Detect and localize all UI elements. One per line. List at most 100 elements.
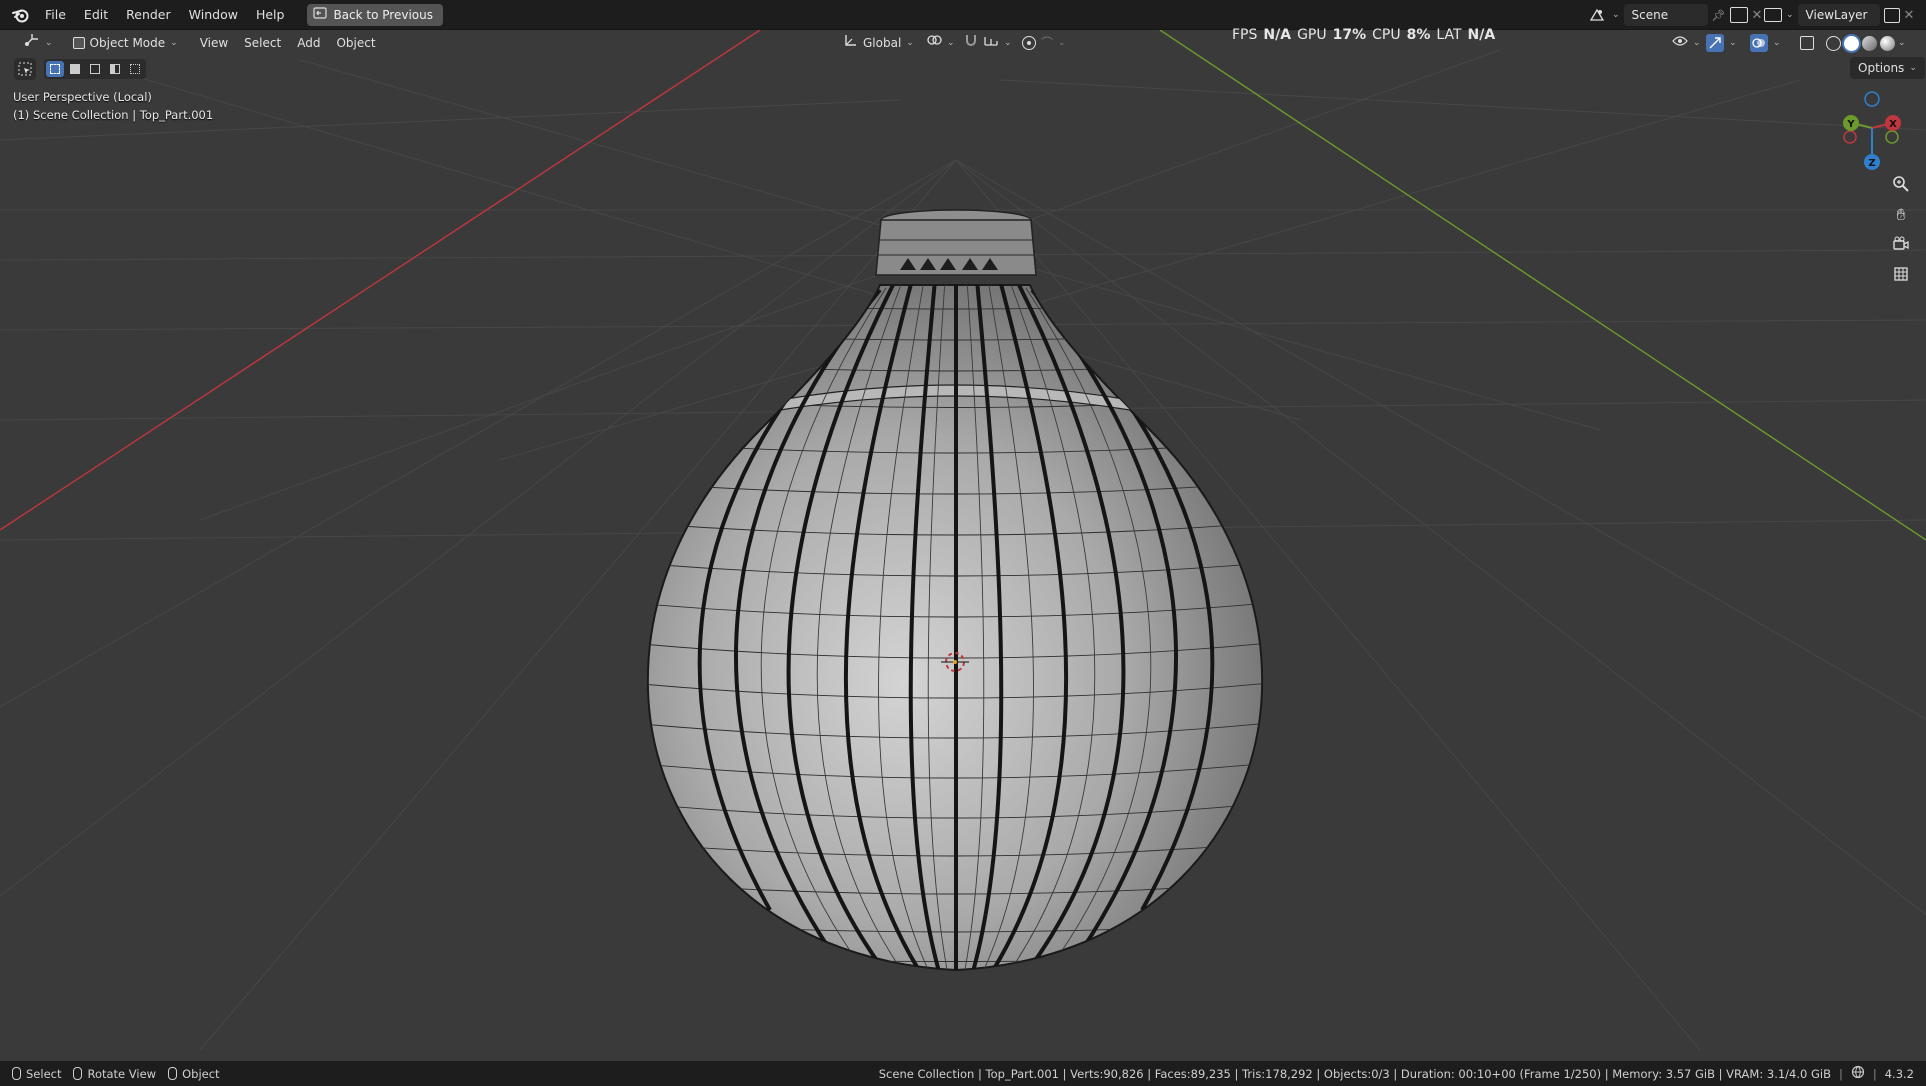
material-shading-icon[interactable]	[1862, 35, 1877, 51]
select-subtract-icon[interactable]	[86, 61, 104, 77]
options-label: Options	[1858, 61, 1905, 75]
lat-value: N/A	[1467, 27, 1496, 43]
viewlayer-icon	[1764, 8, 1782, 22]
camera-icon	[1892, 236, 1910, 255]
eye-icon	[1672, 32, 1688, 54]
close-icon[interactable]: ✕	[1752, 8, 1763, 23]
gizmo-z-label: Z	[1868, 158, 1875, 169]
y-axis-handle[interactable]: Y	[1843, 115, 1859, 131]
new-scene-icon[interactable]	[1729, 7, 1748, 23]
chevron-down-icon: ⌄	[1909, 63, 1917, 73]
chevron-down-icon: ⌄	[1612, 10, 1620, 20]
scene-selector[interactable]: ⌄ Scene 📌︎ ✕	[1586, 4, 1762, 26]
blender-version: 4.3.2	[1884, 1066, 1914, 1081]
chevron-down-icon: ⌄	[1773, 38, 1781, 48]
performance-stats: FPS N/A GPU 17% CPU 8% LAT N/A	[1232, 27, 1495, 43]
back-arrow-icon	[313, 7, 328, 22]
camera-view-button[interactable]	[1888, 232, 1914, 258]
x-axis-handle[interactable]: X	[1885, 115, 1901, 131]
menu-help[interactable]: Help	[247, 3, 294, 27]
gpu-value: 17%	[1332, 27, 1367, 43]
chevron-down-icon: ⌄	[947, 38, 955, 48]
network-globe-icon[interactable]	[1851, 1065, 1865, 1082]
select-extend-icon[interactable]	[66, 61, 84, 77]
cpu-value: 8%	[1406, 27, 1431, 43]
chevron-down-icon: ⌄	[1898, 38, 1906, 48]
viewport-editor-icon	[24, 32, 40, 54]
cpu-label: CPU	[1372, 27, 1401, 43]
status-hint-select-label: Select	[26, 1066, 62, 1081]
mouse-right-icon	[168, 1067, 178, 1080]
zoom-view-button[interactable]	[1888, 172, 1914, 198]
gizmo-y-label: Y	[1846, 119, 1855, 130]
solid-shading-icon[interactable]	[1844, 35, 1859, 51]
rendered-shading-icon[interactable]	[1880, 35, 1895, 51]
chevron-down-icon: ⌄	[170, 38, 178, 48]
gizmo-icon	[1706, 34, 1724, 52]
viewlayer-name-field[interactable]: ViewLayer	[1797, 4, 1880, 26]
status-bar: Select Rotate View Object Scene Collecti…	[0, 1061, 1926, 1086]
new-viewlayer-icon[interactable]	[1883, 7, 1900, 23]
menu-file[interactable]: File	[36, 3, 75, 27]
chevron-down-icon: ⌄	[45, 38, 53, 48]
active-collection-label: (1) Scene Collection | Top_Part.001	[13, 108, 214, 122]
3d-viewport[interactable]	[0, 30, 1926, 1061]
select-new-icon[interactable]	[46, 61, 64, 77]
view-perspective-label: User Perspective (Local)	[13, 90, 152, 104]
select-invert-icon[interactable]	[106, 61, 124, 77]
z-axis-handle[interactable]: Z	[1864, 154, 1880, 170]
grid-icon	[1893, 266, 1909, 285]
pin-icon[interactable]: 📌︎	[1712, 9, 1726, 22]
hand-icon: ✋︎	[1896, 205, 1906, 224]
xray-icon	[1800, 36, 1814, 50]
gizmo-toggle[interactable]: ⌄	[1698, 32, 1745, 54]
scene-name-field[interactable]: Scene	[1623, 4, 1708, 26]
status-hint-object-label: Object	[182, 1066, 220, 1081]
ortho-toggle-button[interactable]	[1888, 262, 1914, 288]
chevron-down-icon: ⌄	[1729, 38, 1737, 48]
transform-orientation-dropdown[interactable]: Global ⌄	[836, 32, 922, 54]
blender-logo-icon[interactable]	[6, 0, 36, 30]
close-icon[interactable]: ✕	[1904, 8, 1915, 23]
top-menu-bar: File Edit Render Window Help Back to Pre…	[0, 0, 1926, 30]
chevron-down-icon: ⌄	[1004, 38, 1012, 48]
menu-edit[interactable]: Edit	[75, 3, 117, 27]
overlays-toggle[interactable]: ⌄	[1742, 32, 1789, 54]
neg-z-handle[interactable]	[1864, 91, 1880, 107]
view-menu[interactable]: View	[192, 32, 236, 54]
falloff-curve-icon[interactable]: ⌒	[1041, 32, 1053, 54]
snap-increment-icon	[983, 32, 999, 54]
object-mode-label: Object Mode	[89, 36, 166, 50]
shading-mode-group[interactable]: ⌄	[1818, 32, 1914, 54]
back-to-previous-button[interactable]: Back to Previous	[307, 3, 443, 26]
menu-window[interactable]: Window	[180, 3, 247, 27]
mouse-middle-icon	[73, 1067, 83, 1080]
mouse-left-icon	[12, 1067, 21, 1080]
chevron-down-icon: ⌄	[1786, 10, 1794, 20]
magnet-icon	[964, 32, 978, 54]
status-hint-select: Select	[12, 1067, 61, 1081]
add-menu[interactable]: Add	[289, 32, 328, 54]
options-dropdown[interactable]: Options ⌄	[1850, 57, 1925, 79]
select-box-tool[interactable]	[14, 58, 36, 80]
wireframe-shading-icon[interactable]	[1826, 35, 1841, 51]
status-hint-rotate: Rotate View	[73, 1067, 156, 1081]
editor-type-button[interactable]: ⌄	[16, 32, 61, 54]
menu-render[interactable]: Render	[117, 3, 180, 27]
gpu-label: GPU	[1297, 27, 1327, 43]
select-intersect-icon[interactable]	[126, 61, 144, 77]
object-menu[interactable]: Object	[328, 32, 383, 54]
proportional-editing-toggle[interactable]: ⌒ ⌄	[1014, 32, 1074, 54]
viewlayer-selector[interactable]: ⌄ ViewLayer ✕	[1764, 4, 1914, 26]
back-button-label: Back to Previous	[333, 7, 433, 22]
scene-statistics: Scene Collection | Top_Part.001 | Verts:…	[878, 1066, 1831, 1081]
navigation-gizmo[interactable]: Y X Z	[1836, 88, 1906, 174]
tool-settings-row	[14, 58, 146, 80]
lat-label: LAT	[1436, 27, 1462, 43]
object-mode-dropdown[interactable]: Object Mode ⌄	[65, 32, 186, 54]
pan-view-button[interactable]: ✋︎	[1888, 202, 1914, 228]
chevron-down-icon: ⌄	[906, 38, 914, 48]
snap-toggle[interactable]: ⌄	[956, 32, 1020, 54]
chevron-down-icon: ⌄	[1058, 38, 1066, 48]
select-menu[interactable]: Select	[236, 32, 289, 54]
